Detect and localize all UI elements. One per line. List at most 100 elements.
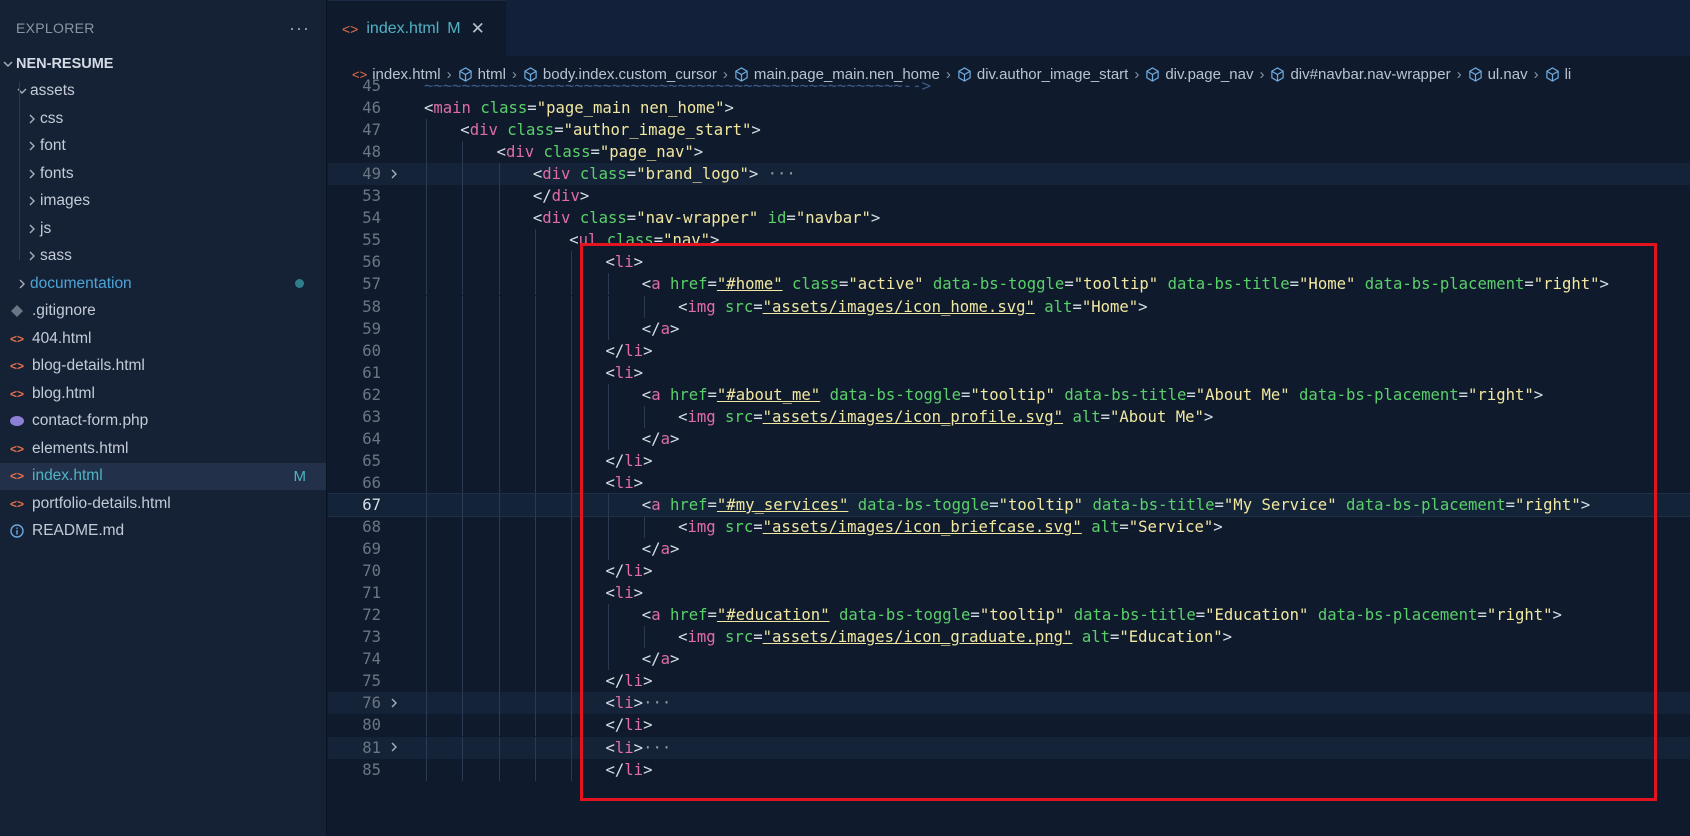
tree-item-blog-details-html[interactable]: <> blog-details.html [0,353,326,381]
code-text: <a href="#home" class="active" data-bs-t… [642,275,1609,293]
close-icon[interactable]: ✕ [471,19,485,39]
tree-item-sass[interactable]: sass [0,243,326,271]
tree-item-elements-html[interactable]: <> elements.html [0,435,326,463]
token-br: > [1580,495,1591,514]
tree-item-images[interactable]: images [0,188,326,216]
code-line[interactable]: 54 <div class="nav-wrapper" id="navbar"> [328,207,1690,229]
tree-item-nen-resume[interactable]: NEN-RESUME [0,50,326,78]
indent-guide [607,538,609,561]
tree-item-assets[interactable]: assets [0,78,326,106]
code-line[interactable]: 67 <a href="#my_services" data-bs-toggle=… [328,492,1690,517]
code-line[interactable]: 63 <img src="assets/images/icon_profile.s… [328,406,1690,428]
code-line[interactable]: 47 <div class="author_image_start"> [328,119,1690,141]
code-line[interactable]: 69 </a> [328,538,1690,560]
code-line[interactable]: 85 </li> [328,759,1690,781]
code-line[interactable]: 46 <main class="page_main nen_home"> [328,97,1690,119]
tree-item-font[interactable]: font [0,133,326,161]
chevron-down-icon[interactable] [0,58,16,70]
tree-item-label: documentation [30,274,132,292]
code-text: </li> [606,562,653,580]
tree-item-documentation[interactable]: documentation [0,270,326,298]
indent-guide [462,229,464,252]
token-t: = [1072,297,1082,316]
code-line[interactable]: 70 </li> [328,560,1690,582]
indent-guide [571,471,573,494]
tree-item-404-html[interactable]: <> 404.html [0,325,326,353]
tree-item-label: portfolio-details.html [32,494,171,512]
line-number: 65 [362,451,381,470]
fold-chevron-icon[interactable] [388,738,400,757]
token-br: < [532,209,543,228]
line-number: 72 [362,606,381,625]
tree-item-css[interactable]: css [0,105,326,133]
chevron-down-icon[interactable] [14,85,30,97]
code-line[interactable]: 48 <div class="page_nav"> [328,141,1690,163]
code-text: </li> [606,342,653,360]
indent-guide [426,251,427,274]
chevron-right-icon[interactable] [24,140,40,152]
tree-item-portfolio-details-html[interactable]: <> portfolio-details.html [0,490,326,518]
code-line[interactable]: 57 <a href="#home" class="active" data-bs… [328,273,1690,295]
tab-index-html[interactable]: <> index.html M ✕ [328,0,506,56]
code-line[interactable]: 76 <li>··· [328,692,1690,715]
fold-chevron-icon[interactable] [388,165,400,184]
line-number: 61 [362,363,381,382]
token-t: = [707,495,717,514]
tree-item-label: js [40,219,52,237]
fold-chevron-icon[interactable] [388,694,400,713]
code-line[interactable]: 71 <li> [328,582,1690,604]
token-br: > [1222,628,1233,647]
code-line[interactable]: 62 <a href="#about_me" data-bs-toggle="to… [328,384,1690,406]
token-t: = [707,606,717,625]
code-line[interactable]: 55 <ul class="nav"> [328,229,1690,251]
tree-item-readme-md[interactable]: README.md [0,518,326,546]
code-line[interactable]: 58 <img src="assets/images/icon_home.svg"… [328,296,1690,318]
indent-guide [534,626,536,649]
code-line[interactable]: 80 </li> [328,714,1690,736]
code-line[interactable]: 72 <a href="#education" data-bs-toggle="t… [328,604,1690,626]
code-line[interactable]: 75 </li> [328,670,1690,692]
tree-item-gitignore[interactable]: .gitignore [0,298,326,326]
code-line[interactable]: 49 <div class="brand_logo"> ··· [328,163,1690,186]
code-line[interactable]: 66 <li> [328,472,1690,494]
code-line[interactable]: 56 <li> [328,251,1690,273]
indent-guide [498,692,500,715]
token-br: </ [605,716,625,735]
code-line[interactable]: 53 </div> [328,185,1690,207]
code-editor[interactable]: 45 ~~~~~~~~~~~~~~~~~~~~~~~~~~~~~~~~~~~~~~… [328,75,1690,836]
chevron-right-icon[interactable] [24,113,40,125]
tree-item-index-html[interactable]: <> index.html M [0,462,326,490]
token-br: < [424,99,434,118]
tree-item-js[interactable]: js [0,215,326,243]
token-t [820,386,829,404]
code-line[interactable]: 73 <img src="assets/images/icon_graduate.… [328,626,1690,648]
code-line[interactable]: 60 </li> [328,340,1690,362]
chevron-right-icon[interactable] [24,168,40,180]
code-line[interactable]: 65 </li> [328,450,1690,472]
token-t: = [838,275,849,294]
code-line[interactable]: 59 </a> [328,318,1690,340]
token-br: > [748,165,759,184]
code-line[interactable]: 61 <li> [328,362,1690,384]
line-number: 75 [362,672,381,691]
tree-item-fonts[interactable]: fonts [0,160,326,188]
tree-item-contact-form-php[interactable]: contact-form.php [0,408,326,436]
chevron-right-icon[interactable] [24,195,40,207]
indent-guide [607,427,609,450]
token-t [1082,518,1091,536]
code-line[interactable]: 81 <li>··· [328,736,1690,759]
code-line[interactable]: 74 </a> [328,648,1690,670]
indent-guide [607,295,609,318]
code-line[interactable]: 68 <img src="assets/images/icon_briefcase… [328,516,1690,538]
token-attr: data-bs-toggle [829,385,962,404]
chevron-right-icon[interactable] [24,250,40,262]
code-line[interactable]: 45 ~~~~~~~~~~~~~~~~~~~~~~~~~~~~~~~~~~~~~~… [328,75,1690,97]
token-t [534,143,543,161]
more-actions-icon[interactable]: ··· [289,18,310,39]
token-br: > [643,451,653,470]
code-line[interactable]: 64 </a> [328,428,1690,450]
chevron-right-icon[interactable] [14,278,30,290]
chevron-right-icon[interactable] [24,223,40,235]
tree-item-blog-html[interactable]: <> blog.html [0,380,326,408]
token-t [848,496,857,514]
